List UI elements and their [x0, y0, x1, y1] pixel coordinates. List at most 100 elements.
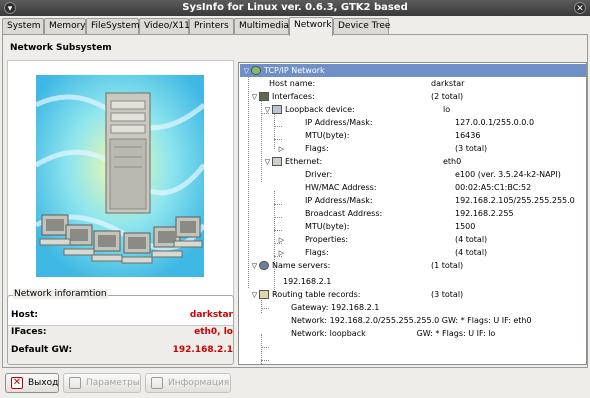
tree-value: lo [443, 105, 451, 114]
info-row-default-gw: Default GW: 192.168.2.1 [11, 345, 233, 357]
tab-filesystem[interactable]: FileSystem [86, 18, 140, 35]
tree-value: 00:02:A5:C1:BC:52 [455, 183, 532, 192]
tree-row-lo-flags[interactable]: ▷ Flags: [277, 142, 329, 155]
tree-label: MTU(byte): [305, 131, 350, 140]
tree-row-route[interactable]: Gateway: 192.168.2.1 [291, 301, 379, 314]
tab-bar: System Memory FileSystem Video/X11 Print… [2, 17, 588, 36]
network-info-legend: Network inforamtion [13, 289, 108, 299]
tree-row-route[interactable]: Network: loopback GW: * Flags: U IF: lo [291, 327, 495, 340]
tab-memory[interactable]: Memory [44, 18, 86, 35]
tree-label: IP Address/Mask: [305, 118, 373, 127]
tree-label: Loopback device: [285, 105, 355, 114]
tab-video-x11[interactable]: Video/X11 [139, 18, 190, 35]
network-illustration [36, 75, 204, 277]
tree-value: (3 total) [431, 290, 464, 299]
exit-button[interactable]: ✕ Выход [5, 373, 59, 393]
expander-open-icon[interactable]: ▽ [263, 156, 272, 169]
info-value: 192.168.2.1 [172, 345, 233, 355]
expander-open-icon[interactable]: ▽ [250, 260, 259, 273]
tree-value: (4 total) [455, 248, 488, 257]
tree-label: MTU(byte): [305, 222, 350, 231]
expander-open-icon[interactable]: ▽ [242, 65, 251, 78]
info-icon [151, 377, 163, 389]
network-tree[interactable]: ▽ TCP/IP Network Host name: darkstar ▽ Int… [238, 62, 587, 365]
tree-row-ns-item[interactable]: 192.168.2.1 [283, 275, 331, 288]
monitor-icon [272, 105, 282, 114]
tree-row-route[interactable]: Network: 192.168.2.0/255.255.255.0 GW: *… [291, 314, 532, 327]
tree-row-eth-flags[interactable]: ▷ Flags: [277, 246, 329, 259]
settings-icon [69, 377, 81, 389]
tab-multimedia[interactable]: Multimedia [234, 18, 289, 35]
info-value: darkstar [189, 310, 233, 320]
tree-row-eth-driver[interactable]: Driver: [305, 168, 332, 181]
info-row-host: Host: darkstar [11, 310, 233, 322]
tree-value: 192.168.2.255 [455, 209, 514, 218]
page-title: Network Subsystem [10, 43, 112, 53]
tree-line [261, 360, 269, 361]
tab-system[interactable]: System [2, 18, 44, 35]
tree-label: Driver: [305, 170, 333, 179]
tree-value: 16436 [455, 131, 481, 140]
tree-label: Name servers: [272, 261, 331, 270]
params-button[interactable]: Параметры [63, 373, 141, 393]
expander-open-icon[interactable]: ▽ [250, 289, 259, 302]
network-card-icon [259, 92, 269, 101]
tree-line [274, 139, 282, 140]
tree-line [261, 347, 269, 348]
tab-network[interactable]: Network [289, 17, 333, 36]
tree-line [274, 230, 282, 231]
tree-line [261, 308, 269, 309]
tree-value: e100 (ver. 3.5.24-k2-NAPI) [455, 170, 561, 179]
tree-label: HW/MAC Address: [305, 183, 377, 192]
ethernet-icon [272, 157, 282, 166]
tree-row-interfaces[interactable]: ▽ Interfaces: [250, 90, 315, 103]
tree-row-eth-properties[interactable]: ▷ Properties: [277, 233, 348, 246]
tree-line [274, 217, 282, 218]
tree-value: eth0 [443, 157, 462, 166]
tree-row-ethernet[interactable]: ▽ Ethernet: [263, 155, 322, 168]
tree-row-eth-broadcast[interactable]: Broadcast Address: [305, 207, 382, 220]
expander-open-icon[interactable]: ▽ [263, 104, 272, 117]
tree-value: (1 total) [431, 261, 464, 270]
network-image-frame [7, 60, 234, 326]
tree-value: (2 total) [431, 92, 464, 101]
tree-line [274, 126, 282, 127]
exit-button-label: Выход [28, 378, 59, 388]
tree-row-eth-mtu[interactable]: MTU(byte): [305, 220, 349, 233]
close-icon[interactable]: ✕ [574, 2, 586, 14]
tab-device-tree[interactable]: Device Tree [333, 18, 390, 35]
tree-value: darkstar [431, 79, 465, 88]
tab-printers[interactable]: Printers [189, 18, 234, 35]
info-button[interactable]: Информация [145, 373, 231, 393]
tree-row-lo-mtu[interactable]: MTU(byte): [305, 129, 349, 142]
tree-row-loopback[interactable]: ▽ Loopback device: [263, 103, 355, 116]
info-label: Default GW: [11, 345, 73, 355]
network-info-group: Network inforamtion Host: darkstar IFace… [7, 289, 234, 365]
info-value: eth0, lo [194, 327, 233, 337]
tree-row-lo-ip[interactable]: IP Address/Mask: [305, 116, 373, 129]
expander-open-icon[interactable]: ▽ [250, 91, 259, 104]
button-bar: ✕ Выход Параметры Информация [0, 370, 590, 398]
tree-root-tcpip[interactable]: ▽ TCP/IP Network [240, 64, 586, 77]
tree-line [274, 113, 275, 149]
tree-row-name-servers[interactable]: ▽ Name servers: [250, 259, 330, 272]
tree-label: Interfaces: [272, 92, 315, 101]
tree-root-label: TCP/IP Network [264, 66, 325, 75]
tree-line [248, 75, 249, 288]
globe-icon [259, 261, 269, 270]
tree-value: 127.0.0.1/255.0.0.0 [455, 118, 535, 127]
tree-row-host-name[interactable]: Host name: [269, 77, 315, 90]
tree-row-eth-ip[interactable]: IP Address/Mask: [305, 194, 373, 207]
tree-row-eth-mac[interactable]: HW/MAC Address: [305, 181, 377, 194]
exit-icon: ✕ [11, 377, 23, 389]
routing-icon [259, 290, 269, 299]
info-label: IFaces: [11, 327, 47, 337]
tree-label: Flags: [305, 248, 329, 257]
info-label: Host: [11, 310, 38, 320]
title-bar: ▾ SysInfo for Linux ver. 0.6.3, GTK2 bas… [0, 0, 590, 16]
tree-value: 192.168.2.105/255.255.255.0 [455, 196, 575, 205]
tree-row-routing[interactable]: ▽ Routing table records: [250, 288, 360, 301]
tree-label: IP Address/Mask: [305, 196, 373, 205]
tree-label: Properties: [305, 235, 349, 244]
tree-value: 1500 [455, 222, 476, 231]
